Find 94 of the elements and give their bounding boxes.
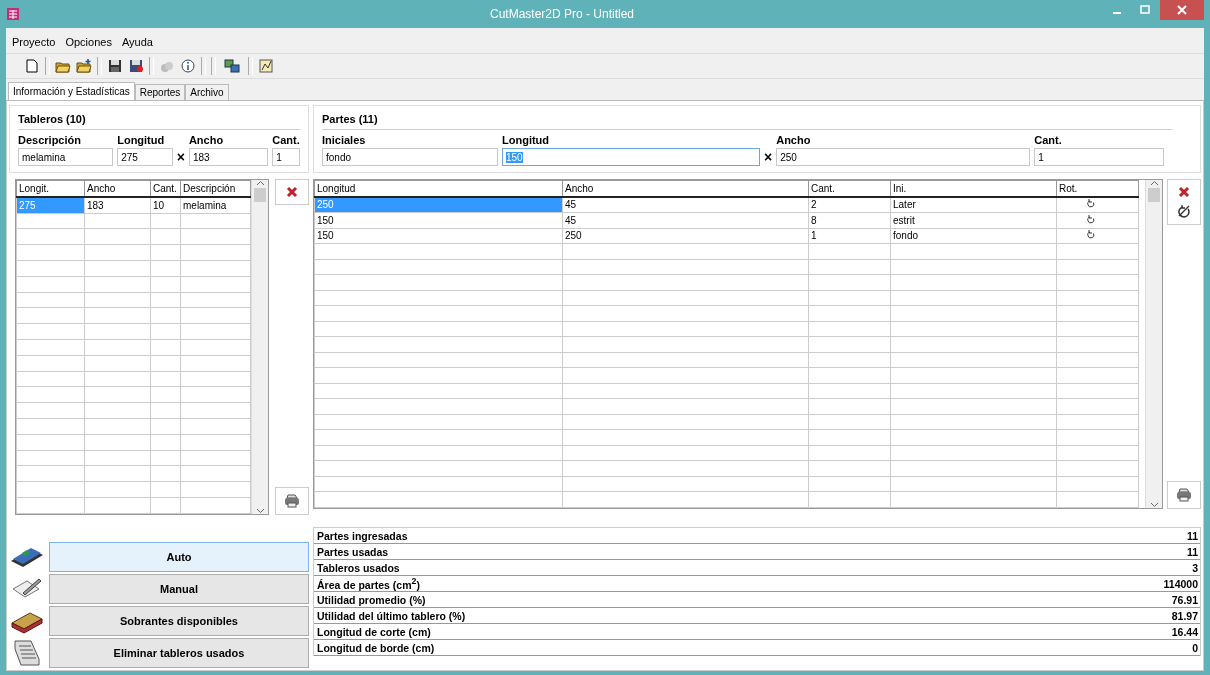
app-icon xyxy=(6,7,20,21)
input-field[interactable]: fondo xyxy=(322,148,498,166)
times-sign: × xyxy=(764,148,773,166)
menu-item[interactable]: Opciones xyxy=(65,36,112,50)
stat-label: Longitud de borde (cm) xyxy=(317,641,435,654)
input-field[interactable]: 1 xyxy=(1034,148,1165,166)
table-cell: 45 xyxy=(562,196,809,213)
times-sign: × xyxy=(176,148,185,166)
tab[interactable]: Información y Estadísticas xyxy=(8,82,135,100)
delete-button[interactable] xyxy=(275,179,309,205)
rotate-icon xyxy=(1087,199,1095,209)
menu-item[interactable]: Proyecto xyxy=(12,36,56,50)
field-label: Longitud xyxy=(117,134,166,146)
action-button[interactable]: Manual xyxy=(49,573,309,604)
delete-icon[interactable] xyxy=(286,186,298,198)
stat-value: 114000 xyxy=(1163,577,1198,590)
chart-icon[interactable] xyxy=(258,58,274,74)
delete-icon[interactable] xyxy=(1178,186,1190,198)
table-cell: fondo xyxy=(890,228,1057,244)
input-field[interactable]: 250 xyxy=(776,148,1031,166)
maximize-icon xyxy=(1140,5,1150,15)
table-cell: 250 xyxy=(562,228,809,244)
stat-label: Partes usadas xyxy=(317,545,389,558)
field-label: Cant. xyxy=(1034,134,1063,146)
table-cell: 150 xyxy=(314,228,563,244)
printer-icon[interactable] xyxy=(284,494,300,508)
stat-label: Partes ingresadas xyxy=(317,529,408,542)
stat-value: 3 xyxy=(1192,561,1198,574)
stat-label: Utilidad del último tablero (%) xyxy=(317,609,466,622)
group-title: Tableros (10) xyxy=(18,110,300,130)
info-icon[interactable] xyxy=(180,58,196,74)
input-field[interactable]: melamina xyxy=(18,148,114,166)
table-cell: 150 xyxy=(314,212,563,229)
window-title: CutMaster2D Pro - Untitled xyxy=(490,7,635,21)
column-header[interactable]: Longitud xyxy=(314,180,563,197)
column-header[interactable]: Ancho xyxy=(562,180,809,197)
action-button[interactable]: Sobrantes disponibles xyxy=(49,605,309,636)
column-header[interactable]: Longit. xyxy=(16,180,85,197)
rotate-icon xyxy=(1087,230,1095,240)
table-cell: melamina xyxy=(180,196,251,214)
input-field[interactable]: 275 xyxy=(117,148,173,166)
action-button[interactable]: Auto xyxy=(49,541,309,572)
column-header[interactable]: Cant. xyxy=(808,180,891,197)
column-header[interactable]: Cant. xyxy=(150,180,181,197)
field-label: Descripción xyxy=(18,134,82,146)
group-title: Partes (11) xyxy=(322,110,1172,130)
table-cell: estrit xyxy=(890,212,1057,229)
field-label: Iniciales xyxy=(322,134,367,146)
new-file-icon[interactable] xyxy=(24,58,40,74)
close-icon xyxy=(1177,5,1187,15)
stat-label: Tableros usados xyxy=(317,561,400,574)
field-label: Ancho xyxy=(188,134,225,146)
stat-value: 11 xyxy=(1186,545,1198,558)
stat-label: Utilidad promedio (%) xyxy=(317,593,426,606)
stat-value: 0 xyxy=(1192,641,1198,654)
scrollbar-thumb[interactable] xyxy=(254,188,266,202)
action-button[interactable]: Eliminar tableros usados xyxy=(49,637,309,668)
scrollbar-thumb[interactable] xyxy=(1148,188,1160,202)
folder-add-icon[interactable] xyxy=(76,58,92,74)
stat-value: 76.91 xyxy=(1171,593,1198,606)
minimize-icon xyxy=(1113,12,1121,14)
stat-label: Área de partes (cm$^{2}$) xyxy=(317,576,420,591)
print-button[interactable] xyxy=(275,487,309,515)
input-field[interactable]: 1 xyxy=(272,148,300,166)
printer-icon[interactable] xyxy=(1176,488,1192,502)
field-label: Longitud xyxy=(502,134,551,146)
table-cell: 45 xyxy=(562,212,809,229)
input-field[interactable]: 183 xyxy=(188,148,269,166)
field-label: Ancho xyxy=(776,134,812,146)
table-cell: 2 xyxy=(808,196,891,213)
menu-item[interactable]: Ayuda xyxy=(121,36,153,50)
print-button[interactable] xyxy=(1167,481,1201,509)
delete-button[interactable] xyxy=(1167,179,1201,225)
table-cell: 10 xyxy=(150,196,181,214)
rotate-icon xyxy=(1087,214,1095,224)
table-cell: 1 xyxy=(808,228,891,244)
column-header[interactable]: Ancho xyxy=(84,180,151,197)
close-button[interactable] xyxy=(1160,0,1204,20)
table-cell: 8 xyxy=(808,212,891,229)
column-header[interactable]: Descripción xyxy=(180,180,251,197)
table-cell: 183 xyxy=(84,196,151,214)
stat-value: 16.44 xyxy=(1171,625,1198,638)
stat-value: 11 xyxy=(1186,529,1198,542)
tab[interactable]: Archivo xyxy=(185,84,229,100)
floppy-disk-edit-icon[interactable] xyxy=(128,58,144,74)
tab[interactable]: Reportes xyxy=(134,84,186,100)
stat-value: 81.97 xyxy=(1171,609,1198,622)
stat-label: Longitud de corte (cm) xyxy=(317,625,431,638)
column-header[interactable]: Ini. xyxy=(890,180,1057,197)
field-label: Cant. xyxy=(272,134,300,146)
table-cell: Later xyxy=(890,196,1057,213)
no-rotate-icon[interactable] xyxy=(1177,204,1191,218)
export-icon[interactable] xyxy=(221,58,243,74)
column-header[interactable]: Rot. xyxy=(1056,180,1139,197)
